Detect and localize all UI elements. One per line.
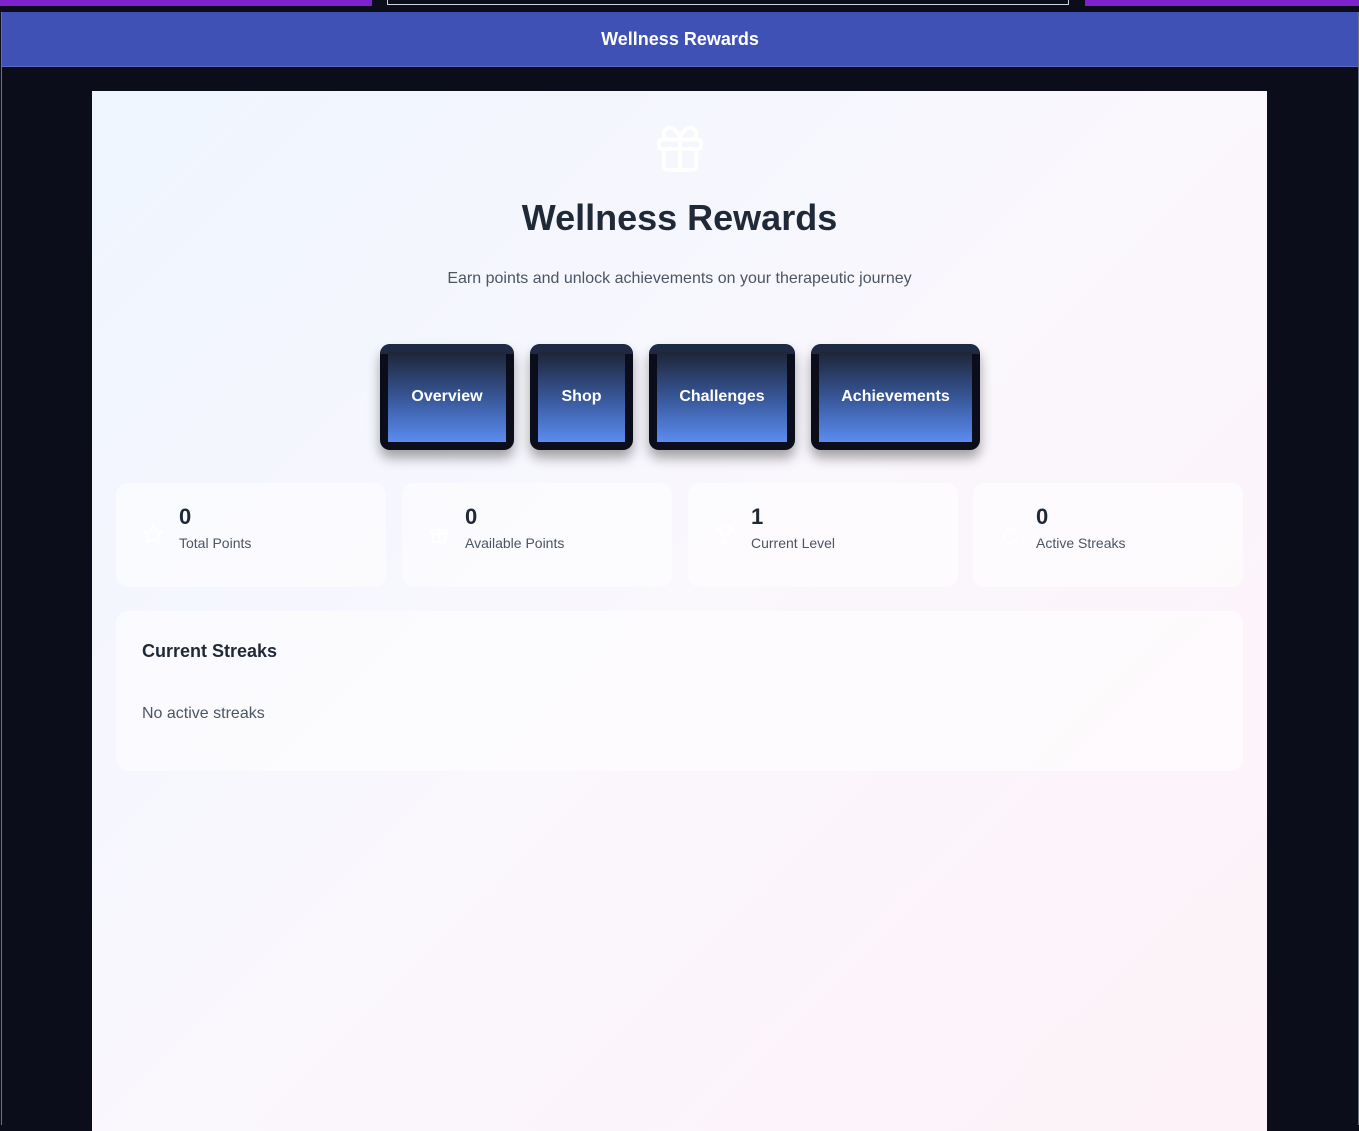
window-titlebar: Wellness Rewards <box>2 12 1358 67</box>
browser-top-strip <box>0 0 1359 12</box>
page-title: Wellness Rewards <box>521 197 838 238</box>
tab-challenges[interactable]: Challenges <box>649 344 795 450</box>
accent-bar-left <box>0 0 372 6</box>
tab-shop[interactable]: Shop <box>530 344 633 450</box>
rewards-page: Wellness Rewards Earn points and unlock … <box>92 91 1267 1131</box>
tab-challenges-label: Challenges <box>657 352 787 442</box>
no-streaks-message: No active streaks <box>142 705 265 722</box>
gift-icon <box>657 126 703 172</box>
flame-icon <box>1002 526 1018 544</box>
window-title: Wellness Rewards <box>601 28 759 49</box>
stat-card-total-points: 0 Total Points <box>116 483 386 587</box>
app-window: Wellness Rewards Wellness Rewards Earn p… <box>1 12 1359 1131</box>
current-level-value: 1 <box>751 504 764 529</box>
total-points-label: Total Points <box>179 535 252 551</box>
active-streaks-label: Active Streaks <box>1036 535 1126 551</box>
accent-bar-right <box>1085 0 1359 6</box>
current-level-label: Current Level <box>751 535 836 551</box>
tab-achievements-label: Achievements <box>819 352 972 442</box>
available-points-label: Available Points <box>465 535 565 551</box>
tab-overview-label: Overview <box>388 352 506 442</box>
stat-card-active-streaks: 0 Active Streaks <box>973 483 1243 587</box>
tab-achievements[interactable]: Achievements <box>811 344 980 450</box>
available-points-value: 0 <box>465 504 478 529</box>
gift-icon <box>430 529 448 543</box>
active-streaks-value: 0 <box>1036 504 1049 529</box>
address-bar[interactable] <box>387 0 1069 5</box>
star-icon <box>143 524 163 544</box>
current-streaks-title: Current Streaks <box>142 641 278 661</box>
stat-card-current-level: 1 Current Level <box>688 483 958 587</box>
stat-card-available-points: 0 Available Points <box>402 483 672 587</box>
tab-shop-label: Shop <box>538 352 625 442</box>
tab-overview[interactable]: Overview <box>380 344 514 450</box>
page-subtitle: Earn points and unlock achievements on y… <box>447 270 912 287</box>
current-streaks-panel: Current Streaks No active streaks <box>116 611 1243 771</box>
trophy-icon <box>716 525 734 543</box>
total-points-value: 0 <box>179 504 192 529</box>
